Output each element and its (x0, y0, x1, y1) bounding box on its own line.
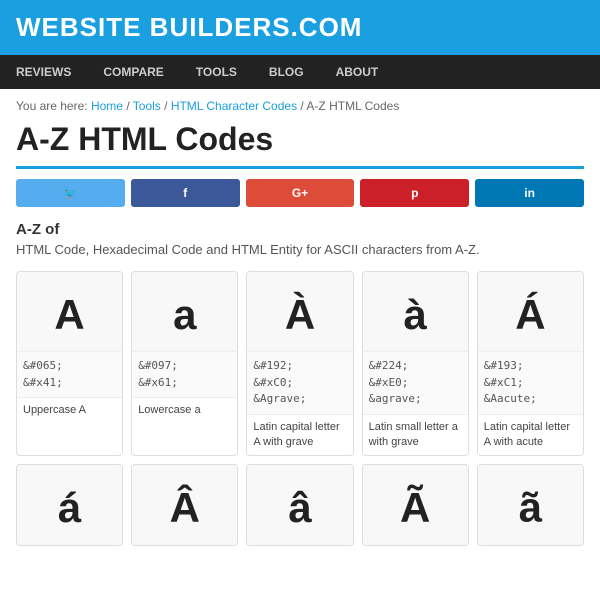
char-card-Aacute: Á &#193; &#xC1; &Aacute; Latin capital l… (477, 271, 584, 456)
char-glyph-a: a (132, 272, 237, 352)
nav-tools[interactable]: TOOLS (180, 55, 253, 89)
char-hex-A: &#x41; (23, 375, 116, 392)
char-decimal-agrave: &#224; (369, 358, 462, 375)
char-codes-A: &#065; &#x41; (17, 352, 122, 398)
char-label-Agrave: Latin capital letter A with grave (247, 415, 352, 456)
share-pinterest-button[interactable]: p (360, 179, 469, 207)
breadcrumb-home[interactable]: Home (91, 99, 123, 113)
breadcrumb-tools[interactable]: Tools (133, 99, 161, 113)
nav-compare[interactable]: COMPARE (87, 55, 179, 89)
char-hex-a: &#x61; (138, 375, 231, 392)
char-decimal-A: &#065; (23, 358, 116, 375)
char-glyph-Agrave: À (247, 272, 352, 352)
char-card-Atilde: Ã (362, 464, 469, 546)
char-glyph-aacute: á (17, 465, 122, 545)
char-codes-Aacute: &#193; &#xC1; &Aacute; (478, 352, 583, 415)
char-glyph-Aacute: Á (478, 272, 583, 352)
main-nav: REVIEWS COMPARE TOOLS BLOG ABOUT (0, 55, 600, 89)
char-hex-Agrave: &#xC0; (253, 375, 346, 392)
breadcrumb-current: A-Z HTML Codes (306, 99, 399, 113)
social-share-bar: 🐦 f G+ p in (16, 179, 584, 207)
facebook-icon: f (183, 186, 187, 200)
nav-reviews[interactable]: REVIEWS (0, 55, 87, 89)
google-icon: G+ (292, 186, 308, 200)
char-codes-agrave: &#224; &#xE0; &agrave; (363, 352, 468, 415)
breadcrumb-html-codes[interactable]: HTML Character Codes (171, 99, 297, 113)
character-grid: A &#065; &#x41; Uppercase A a &#097; &#x… (16, 271, 584, 456)
char-glyph-Atilde: Ã (363, 465, 468, 545)
char-entity-Aacute: &Aacute; (484, 391, 577, 408)
linkedin-icon: in (524, 186, 535, 200)
nav-about[interactable]: ABOUT (320, 55, 395, 89)
char-decimal-Agrave: &#192; (253, 358, 346, 375)
char-hex-agrave: &#xE0; (369, 375, 462, 392)
char-glyph-atilde: ã (478, 465, 583, 545)
char-glyph-A: A (17, 272, 122, 352)
char-label-Aacute: Latin capital letter A with acute (478, 415, 583, 456)
character-grid-row2: á Â â Ã ã (16, 464, 584, 546)
char-label-agrave: Latin small letter a with grave (363, 415, 468, 456)
page-title: A-Z HTML Codes (16, 121, 584, 169)
pinterest-icon: p (411, 186, 418, 200)
description-text: HTML Code, Hexadecimal Code and HTML Ent… (16, 242, 584, 257)
char-card-Acirc: Â (131, 464, 238, 546)
char-card-A: A &#065; &#x41; Uppercase A (16, 271, 123, 456)
char-card-a: a &#097; &#x61; Lowercase a (131, 271, 238, 456)
char-card-atilde: ã (477, 464, 584, 546)
char-entity-Agrave: &Agrave; (253, 391, 346, 408)
site-title: WEBSITE BUILDERS.COM (16, 12, 584, 43)
nav-blog[interactable]: BLOG (253, 55, 320, 89)
char-card-acirc: â (246, 464, 353, 546)
char-glyph-Acirc: Â (132, 465, 237, 545)
char-card-aacute: á (16, 464, 123, 546)
char-card-agrave: à &#224; &#xE0; &agrave; Latin small let… (362, 271, 469, 456)
char-glyph-agrave: à (363, 272, 468, 352)
breadcrumb: You are here: Home / Tools / HTML Charac… (16, 99, 584, 113)
char-card-Agrave: À &#192; &#xC0; &Agrave; Latin capital l… (246, 271, 353, 456)
site-header: WEBSITE BUILDERS.COM (0, 0, 600, 55)
share-twitter-button[interactable]: 🐦 (16, 179, 125, 207)
twitter-icon: 🐦 (63, 186, 78, 200)
char-decimal-a: &#097; (138, 358, 231, 375)
char-decimal-Aacute: &#193; (484, 358, 577, 375)
share-facebook-button[interactable]: f (131, 179, 240, 207)
char-label-a: Lowercase a (132, 398, 237, 423)
char-hex-Aacute: &#xC1; (484, 375, 577, 392)
char-entity-agrave: &agrave; (369, 391, 462, 408)
section-title: A-Z of (16, 221, 584, 238)
share-google-button[interactable]: G+ (246, 179, 355, 207)
breadcrumb-prefix: You are here: (16, 99, 88, 113)
char-codes-Agrave: &#192; &#xC0; &Agrave; (247, 352, 352, 415)
share-linkedin-button[interactable]: in (475, 179, 584, 207)
main-content: You are here: Home / Tools / HTML Charac… (0, 89, 600, 556)
char-label-A: Uppercase A (17, 398, 122, 423)
char-codes-a: &#097; &#x61; (132, 352, 237, 398)
char-glyph-acirc: â (247, 465, 352, 545)
